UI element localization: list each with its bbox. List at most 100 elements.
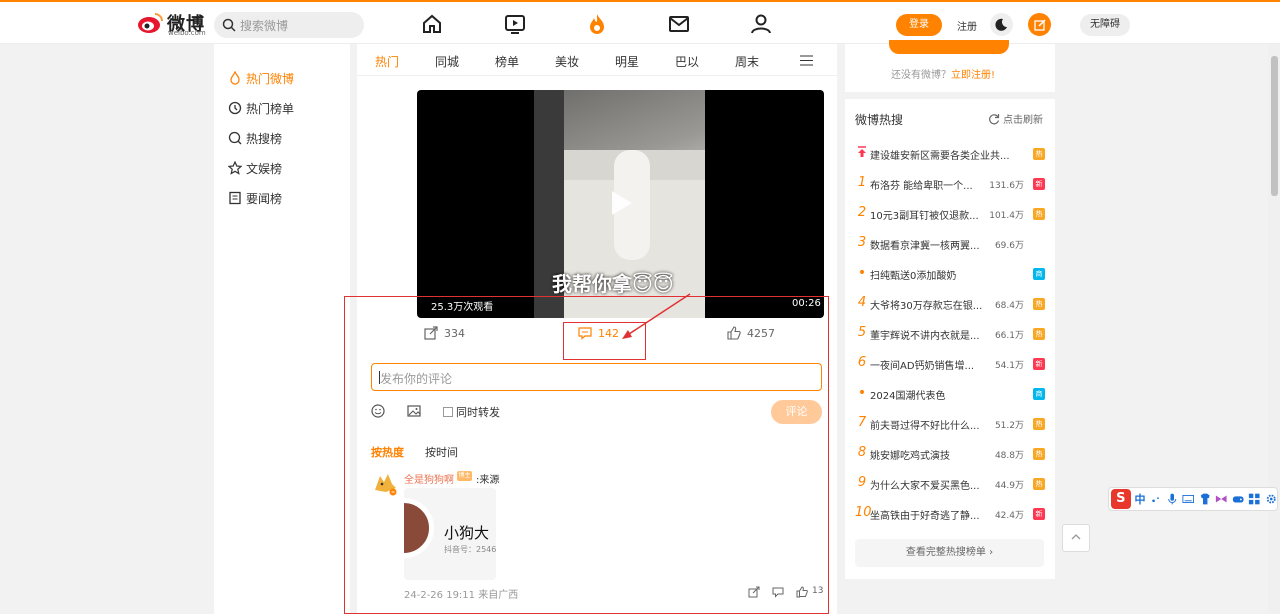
- hot-rank: 9: [857, 475, 867, 490]
- hot-query: 一夜间AD钙奶销售增...: [870, 361, 975, 372]
- hot-search-item[interactable]: 2 10元3副耳钉被仅退款... 101.4万热: [855, 205, 1045, 225]
- hot-query: 坐高铁由于好奇逃了静...: [870, 511, 980, 522]
- hot-query: 布洛芬 能给卑职一个...: [870, 181, 973, 192]
- hot-search-item[interactable]: 9 为什么大家不爱买黑色... 44.9万热: [855, 475, 1045, 495]
- hot-rank: 4: [857, 295, 867, 310]
- hot-rank: •: [857, 265, 867, 281]
- view-all-label: 查看完整热搜榜单: [905, 547, 986, 558]
- punctuation-icon[interactable]: [1150, 492, 1162, 506]
- dark-mode-toggle[interactable]: [990, 13, 1013, 36]
- hot-search-item[interactable]: 3 数据看京津冀一核两翼... 69.6万: [855, 235, 1045, 255]
- hot-fire-icon[interactable]: [585, 12, 609, 36]
- sidebar-item-hot-weibo[interactable]: 热门微博: [228, 68, 294, 88]
- tab-beauty[interactable]: 美妆: [555, 53, 579, 70]
- search-circle-icon: [228, 131, 242, 145]
- microphone-icon[interactable]: [1166, 492, 1178, 506]
- hot-search-item[interactable]: 1 布洛芬 能给卑职一个... 131.6万新: [855, 175, 1045, 195]
- bow-icon[interactable]: [1215, 492, 1227, 506]
- tab-celebrity[interactable]: 明星: [615, 53, 639, 70]
- hot-query: 为什么大家不爱买黑色...: [870, 481, 980, 492]
- hot-rank: 2: [857, 205, 867, 220]
- view-full-hot-list-button[interactable]: 查看完整热搜榜单 ›: [855, 539, 1044, 567]
- star-icon: [228, 161, 242, 175]
- hot-search-item[interactable]: 6 一夜间AD钙奶销售增... 54.1万新: [855, 355, 1045, 375]
- hot-query: 2024国潮代表色: [870, 391, 946, 402]
- hot-query: 数据看京津冀一核两翼...: [870, 241, 980, 252]
- hot-tag-badge: 热: [1033, 478, 1045, 490]
- scrollbar-thumb[interactable]: [1271, 56, 1278, 196]
- register-link[interactable]: 注册: [957, 18, 977, 33]
- sogou-logo-icon[interactable]: S: [1111, 489, 1131, 509]
- sidebar-item-hot-search[interactable]: 热搜榜: [228, 128, 282, 148]
- tab-hot[interactable]: 热门: [375, 53, 399, 70]
- hot-rank: 8: [857, 445, 867, 460]
- accessibility-button[interactable]: 无障碍: [1080, 14, 1130, 36]
- tab-ranking[interactable]: 榜单: [495, 53, 519, 70]
- sidebar-item-news[interactable]: 要闻榜: [228, 188, 282, 208]
- home-icon[interactable]: [420, 12, 444, 36]
- hot-search-item[interactable]: • 2024国潮代表色 商: [855, 385, 1045, 405]
- hot-search-title: 微博热搜: [855, 113, 904, 127]
- video-player[interactable]: 我帮你拿😇😇 25.3万次观看 00:26: [417, 90, 824, 318]
- chevron-right-icon: ›: [989, 547, 994, 558]
- compose-button[interactable]: [1028, 13, 1051, 36]
- tab-israel-palestine[interactable]: 巴以: [675, 53, 699, 70]
- login-card: 还没有微博？立即注册!: [845, 40, 1055, 92]
- tab-local[interactable]: 同城: [435, 53, 459, 70]
- ime-toolbar[interactable]: S 中: [1108, 487, 1278, 511]
- grid-apps-icon[interactable]: [1248, 492, 1260, 506]
- top-navigation-bar: 微博 weibo.com 搜索微博 登录 注册 无障碍: [0, 0, 1280, 46]
- hot-tag-badge: 新: [1033, 358, 1045, 370]
- hot-count: 69.6万: [994, 241, 1024, 251]
- sidebar-item-label: 热门榜单: [246, 101, 295, 116]
- hot-query: 姚安娜吃鸡式演技: [870, 451, 950, 462]
- more-tabs-icon[interactable]: [800, 55, 813, 66]
- sidebar-item-entertainment[interactable]: 文娱榜: [228, 158, 282, 178]
- hot-rank: 6: [857, 355, 867, 370]
- hot-tag-badge: 新: [1033, 178, 1045, 190]
- left-sidebar: 热门微博 热门榜单 热搜榜 文娱榜 要闻榜: [214, 44, 350, 614]
- register-now-link[interactable]: 立即注册!: [951, 70, 995, 81]
- hot-count: 54.1万: [994, 361, 1024, 371]
- hot-query: 建设雄安新区需要各类企业共...: [870, 151, 1010, 162]
- refresh-button[interactable]: 点击刷新: [988, 111, 1043, 126]
- news-icon: [229, 191, 241, 205]
- mail-icon[interactable]: [667, 12, 691, 36]
- register-hint: 还没有微博？立即注册!: [891, 66, 995, 81]
- ime-mode-label[interactable]: 中: [1135, 491, 1146, 507]
- clothes-skin-icon[interactable]: [1199, 492, 1211, 506]
- sidebar-item-label: 热门微博: [246, 71, 295, 86]
- fire-icon: [230, 71, 240, 85]
- hot-query: 扫纯甄送0添加酸奶: [870, 271, 957, 282]
- video-icon[interactable]: [503, 12, 527, 36]
- hot-count: 66.1万: [994, 331, 1024, 341]
- hot-search-item[interactable]: 5 董宇辉说不讲内衣就是... 66.1万热: [855, 325, 1045, 345]
- hot-search-item[interactable]: • 扫纯甄送0添加酸奶 商: [855, 265, 1045, 285]
- sidebar-item-hot-list[interactable]: 热门榜单: [228, 98, 294, 118]
- hot-rank: 3: [857, 235, 867, 250]
- profile-icon[interactable]: [749, 12, 773, 36]
- weibo-logo[interactable]: 微博 weibo.com: [137, 10, 207, 40]
- tab-weekend[interactable]: 周末: [735, 53, 759, 70]
- hot-search-item[interactable]: 建设雄安新区需要各类企业共... 热: [855, 145, 1045, 165]
- annotation-arrow-icon: [622, 293, 691, 339]
- hot-search-item[interactable]: 4 大爷将30万存款忘在银... 68.4万热: [855, 295, 1045, 315]
- play-icon[interactable]: [604, 187, 636, 219]
- search-input[interactable]: 搜索微博: [214, 12, 364, 38]
- logo-sub: weibo.com: [168, 29, 206, 37]
- login-card-button[interactable]: [889, 40, 1009, 54]
- keyboard-icon[interactable]: [1182, 492, 1195, 506]
- hot-search-item[interactable]: 7 前夫哥过得不好比什么... 51.2万热: [855, 415, 1045, 435]
- game-icon[interactable]: [1232, 492, 1244, 506]
- hot-tag-badge: 新: [1033, 508, 1045, 520]
- hot-count: 131.6万: [989, 181, 1024, 191]
- weibo-eye-icon: [138, 13, 163, 33]
- hot-search-item[interactable]: 10 坐高铁由于好奇逃了静... 42.4万新: [855, 505, 1045, 525]
- back-to-top-button[interactable]: [1062, 524, 1090, 552]
- login-button[interactable]: 登录: [896, 14, 942, 36]
- hot-tag-badge: 热: [1033, 208, 1045, 220]
- gear-icon[interactable]: [1265, 492, 1277, 506]
- hot-search-item[interactable]: 8 姚安娜吃鸡式演技 48.8万热: [855, 445, 1045, 465]
- hot-count: 48.8万: [994, 451, 1024, 461]
- category-tabs: 热门 同城 榜单 美妆 明星 巴以 周末: [357, 44, 837, 76]
